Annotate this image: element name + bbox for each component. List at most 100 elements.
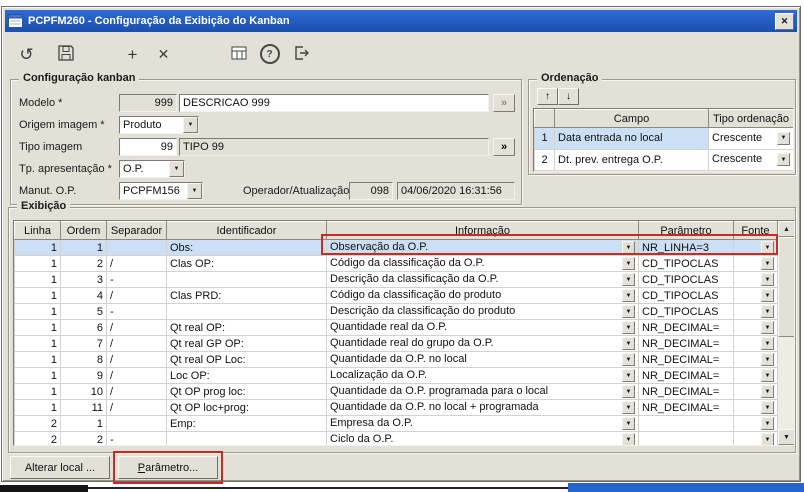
delete-button[interactable]: ✕ xyxy=(150,41,177,68)
cell-separador[interactable]: / xyxy=(106,287,167,304)
vertical-scrollbar[interactable]: ▲ ▼ xyxy=(778,221,794,445)
move-down-button[interactable]: ↓ xyxy=(558,88,579,105)
dropdown-button[interactable]: ▼ xyxy=(761,401,774,414)
cell-parametro[interactable]: CD_TIPOCLAS xyxy=(638,255,734,272)
cell-linha[interactable]: 1 xyxy=(14,351,61,368)
cell-fonte[interactable]: ▼ xyxy=(733,287,778,304)
dropdown-button[interactable]: ▼ xyxy=(183,117,198,133)
dropdown-button[interactable]: ▼ xyxy=(761,241,774,254)
cell-fonte[interactable]: ▼ xyxy=(733,367,778,384)
origem-imagem-select[interactable]: Produto ▼ xyxy=(119,116,199,134)
cell-campo[interactable]: Data entrada no local xyxy=(554,127,709,150)
table-row[interactable]: 1 6 / Qt real OP: ▼ Quantidade real da O… xyxy=(14,319,778,336)
table-row[interactable]: 1 8 / Qt real OP Loc: ▼ Quantidade da O.… xyxy=(14,351,778,368)
dropdown-button[interactable]: ▼ xyxy=(169,161,184,177)
cell-linha[interactable]: 1 xyxy=(14,319,61,336)
cell-separador[interactable] xyxy=(106,415,167,432)
cell-parametro[interactable] xyxy=(638,431,734,445)
cell-ordem[interactable]: 8 xyxy=(60,351,107,368)
dropdown-button[interactable]: ▼ xyxy=(622,305,635,318)
cell-fonte[interactable]: ▼ xyxy=(733,335,778,352)
cell-separador[interactable]: / xyxy=(106,383,167,400)
dropdown-button[interactable]: ▼ xyxy=(622,257,635,270)
table-row[interactable]: 2 1 Emp: ▼ Empresa da O.P. ▼ xyxy=(14,415,778,432)
cell-separador[interactable]: / xyxy=(106,367,167,384)
cell-informacao[interactable]: ▼ Quantidade da O.P. programada para o l… xyxy=(326,383,639,400)
cell-fonte[interactable]: ▼ xyxy=(733,303,778,320)
scrollbar-track[interactable] xyxy=(778,237,794,429)
cell-fonte[interactable]: ▼ xyxy=(733,351,778,368)
help-button[interactable]: ? xyxy=(256,41,283,68)
cell-identificador[interactable]: Clas PRD: xyxy=(166,287,327,304)
cell-fonte[interactable]: ▼ xyxy=(733,415,778,432)
cell-parametro[interactable]: CD_TIPOCLAS xyxy=(638,303,734,320)
alterar-local-button[interactable]: Alterar local ... xyxy=(10,456,110,479)
cell-fonte[interactable]: ▼ xyxy=(733,399,778,416)
cell-identificador[interactable]: Qt real OP Loc: xyxy=(166,351,327,368)
cell-informacao[interactable]: ▼ Localização da O.P. xyxy=(326,367,639,384)
cell-ordem[interactable]: 4 xyxy=(60,287,107,304)
cell-separador[interactable]: - xyxy=(106,271,167,288)
cell-linha[interactable]: 1 xyxy=(14,287,61,304)
cell-informacao[interactable]: ▼ Descrição da classificação do produto xyxy=(326,303,639,320)
dropdown-button[interactable]: ▼ xyxy=(187,183,202,199)
cell-ordem[interactable]: 1 xyxy=(60,239,107,256)
dropdown-button[interactable]: ▼ xyxy=(622,417,635,430)
dropdown-button[interactable]: ▼ xyxy=(761,433,774,445)
dropdown-button[interactable]: ▼ xyxy=(761,321,774,334)
properties-button[interactable] xyxy=(225,41,252,68)
close-button[interactable]: ✕ xyxy=(775,12,794,30)
dropdown-button[interactable]: ▼ xyxy=(622,273,635,286)
dropdown-button[interactable]: ▼ xyxy=(761,305,774,318)
dropdown-button[interactable]: ▼ xyxy=(761,385,774,398)
save-button[interactable] xyxy=(52,41,79,68)
cell-informacao[interactable]: ▼ Quantidade real do grupo da O.P. xyxy=(326,335,639,352)
dropdown-button[interactable]: ▼ xyxy=(622,433,635,445)
cell-linha[interactable]: 2 xyxy=(14,431,61,445)
cell-linha[interactable]: 1 xyxy=(14,255,61,272)
scrollbar-thumb[interactable] xyxy=(778,237,794,337)
cell-ordem[interactable]: 6 xyxy=(60,319,107,336)
cell-identificador[interactable] xyxy=(166,431,327,445)
modelo-lookup-button[interactable]: » xyxy=(493,94,515,112)
cell-linha[interactable]: 1 xyxy=(14,383,61,400)
dropdown-button[interactable]: ▼ xyxy=(761,257,774,270)
cell-ordem[interactable]: 10 xyxy=(60,383,107,400)
exit-button[interactable] xyxy=(287,41,314,68)
cell-informacao[interactable]: ▼ Código da classificação do produto xyxy=(326,287,639,304)
cell-parametro[interactable]: CD_TIPOCLAS xyxy=(638,271,734,288)
cell-parametro[interactable]: NR_DECIMAL= xyxy=(638,367,734,384)
cell-separador[interactable]: / xyxy=(106,255,167,272)
cell-fonte[interactable]: ▼ xyxy=(733,255,778,272)
table-row[interactable]: 1 7 / Qt real GP OP: ▼ Quantidade real d… xyxy=(14,335,778,352)
cell-identificador[interactable]: Clas OP: xyxy=(166,255,327,272)
cell-parametro[interactable]: NR_LINHA=3 xyxy=(638,239,734,256)
dropdown-button[interactable]: ▼ xyxy=(777,131,790,145)
cell-informacao[interactable]: ▼ Empresa da O.P. xyxy=(326,415,639,432)
table-row[interactable]: 2 2 - ▼ Ciclo da O.P. ▼ xyxy=(14,431,778,445)
cell-identificador[interactable]: Obs: xyxy=(166,239,327,256)
dropdown-button[interactable]: ▼ xyxy=(761,289,774,302)
cell-parametro[interactable]: NR_DECIMAL= xyxy=(638,335,734,352)
cell-parametro[interactable]: CD_TIPOCLAS xyxy=(638,287,734,304)
cell-linha[interactable]: 1 xyxy=(14,367,61,384)
table-row[interactable]: 1 11 / Qt OP loc+prog: ▼ Quantidade da O… xyxy=(14,399,778,416)
dropdown-button[interactable]: ▼ xyxy=(622,321,635,334)
cell-fonte[interactable]: ▼ xyxy=(733,239,778,256)
manut-op-select[interactable]: PCPFM156 ▼ xyxy=(119,182,203,200)
cell-linha[interactable]: 1 xyxy=(14,271,61,288)
dropdown-button[interactable]: ▼ xyxy=(622,401,635,414)
tp-apresentacao-select[interactable]: O.P. ▼ xyxy=(119,160,185,178)
cell-parametro[interactable]: NR_DECIMAL= xyxy=(638,383,734,400)
cell-linha[interactable]: 1 xyxy=(14,399,61,416)
scroll-up-button[interactable]: ▲ xyxy=(778,221,794,237)
cell-campo[interactable]: Dt. prev. entrega O.P. xyxy=(554,148,709,171)
scroll-down-button[interactable]: ▼ xyxy=(778,429,794,445)
cell-ordem[interactable]: 3 xyxy=(60,271,107,288)
title-bar[interactable]: PCPFM260 - Configuração da Exibição do K… xyxy=(5,10,797,32)
cell-num[interactable]: 1 xyxy=(534,127,555,150)
cell-identificador[interactable]: Emp: xyxy=(166,415,327,432)
cell-parametro[interactable]: NR_DECIMAL= xyxy=(638,399,734,416)
dropdown-button[interactable]: ▼ xyxy=(777,153,790,167)
dropdown-button[interactable]: ▼ xyxy=(622,337,635,350)
